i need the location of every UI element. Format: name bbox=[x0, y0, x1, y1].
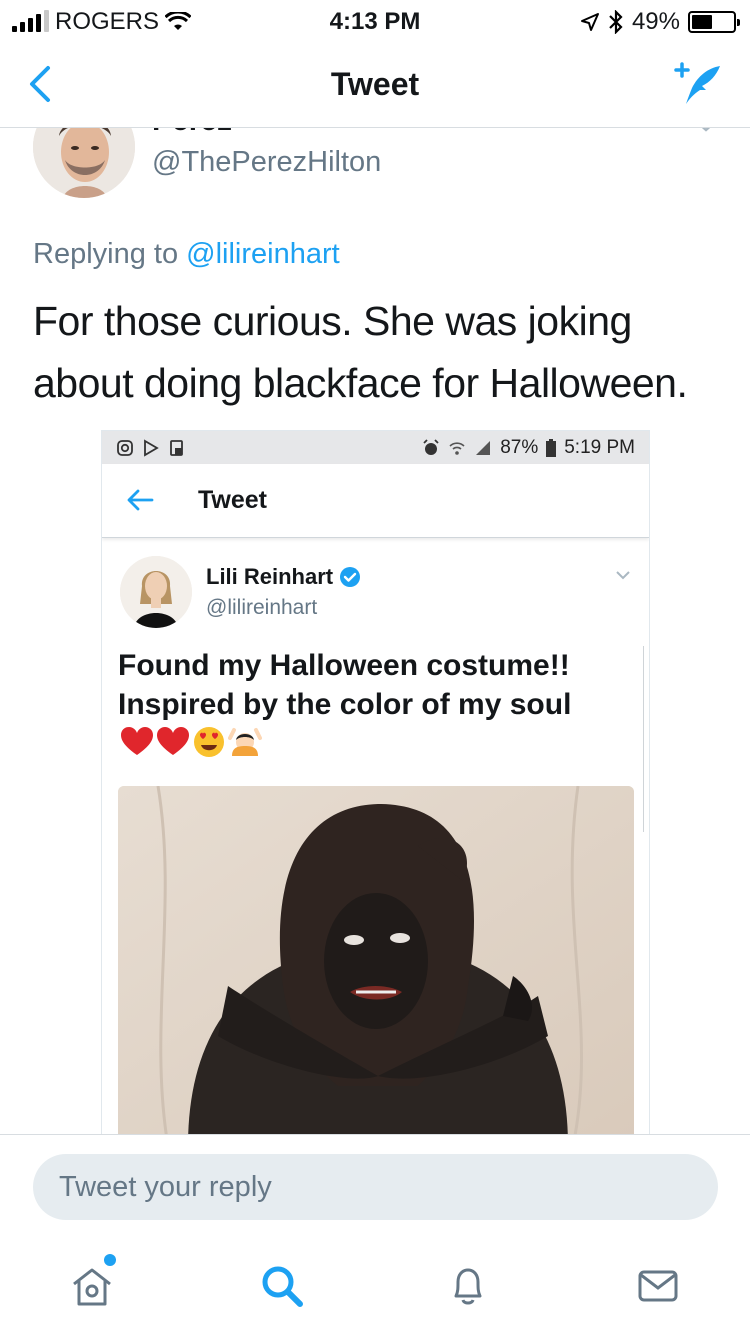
home-icon[interactable] bbox=[68, 1262, 116, 1310]
nav-bar: Tweet bbox=[0, 40, 750, 128]
embedded-scroll-indicator bbox=[643, 646, 649, 832]
screenshot-icon bbox=[170, 439, 183, 456]
messages-icon[interactable] bbox=[634, 1262, 682, 1310]
embedded-time: 5:19 PM bbox=[564, 436, 635, 458]
tweet-text: For those curious. She was joking about … bbox=[33, 298, 688, 406]
embedded-tweet-photo bbox=[118, 786, 634, 1135]
avatar-image bbox=[120, 556, 192, 628]
tab-bar bbox=[0, 1240, 750, 1334]
embedded-status-left bbox=[116, 438, 186, 457]
costume-photo bbox=[118, 786, 634, 1135]
embedded-tweet: Lili Reinhart @lilireinhart Found my Hal… bbox=[102, 538, 649, 1135]
replying-prefix: Replying to bbox=[33, 238, 187, 270]
verified-badge-icon bbox=[340, 567, 361, 587]
notifications-icon[interactable] bbox=[444, 1262, 492, 1310]
heart-eyes-face-icon bbox=[194, 727, 224, 757]
embedded-screenshot[interactable]: 87% 5:19 PM Tweet Lili Reinhart @lilirei… bbox=[101, 430, 650, 1136]
embedded-tweet-text: Found my Halloween costume!! Inspired by… bbox=[118, 649, 572, 721]
embedded-nav-bar: Tweet bbox=[102, 464, 649, 538]
status-bar: ROGERS 4:13 PM 49% bbox=[0, 0, 750, 40]
cell-signal-icon bbox=[476, 440, 491, 455]
author-handle[interactable]: @ThePerezHilton bbox=[152, 146, 381, 179]
embedded-status-bar: 87% 5:19 PM bbox=[102, 431, 649, 464]
embedded-nav-title: Tweet bbox=[198, 486, 267, 514]
back-arrow-icon bbox=[127, 489, 154, 511]
battery-percent: 49% bbox=[631, 8, 680, 35]
person-raising-hands-icon bbox=[228, 728, 262, 756]
status-right: 49% bbox=[580, 8, 740, 36]
home-unread-dot bbox=[104, 1254, 116, 1266]
replying-to-line: Replying to @lilireinhart bbox=[33, 238, 340, 271]
search-icon[interactable] bbox=[258, 1262, 306, 1310]
chevron-down-icon bbox=[616, 571, 630, 580]
compose-tweet-icon[interactable] bbox=[674, 60, 726, 108]
instagram-icon bbox=[117, 439, 133, 456]
reply-area: Tweet your reply bbox=[0, 1134, 750, 1240]
embedded-status-right: 87% 5:19 PM bbox=[422, 437, 635, 459]
wifi-icon bbox=[449, 441, 465, 455]
nav-title: Tweet bbox=[330, 66, 420, 102]
bluetooth-icon bbox=[609, 10, 623, 34]
replying-to-mention[interactable]: @lilireinhart bbox=[186, 238, 340, 270]
embedded-author-name-row: Lili Reinhart bbox=[206, 564, 361, 590]
reply-input[interactable]: Tweet your reply bbox=[33, 1154, 718, 1220]
battery-icon bbox=[688, 11, 740, 33]
red-heart-icon bbox=[121, 727, 153, 755]
embedded-author-name: Lili Reinhart bbox=[206, 564, 334, 589]
red-heart-icon bbox=[157, 727, 189, 755]
play-store-icon bbox=[144, 438, 159, 457]
embedded-author-handle: @lilireinhart bbox=[206, 596, 318, 619]
battery-icon bbox=[546, 438, 557, 457]
embedded-author-avatar bbox=[120, 556, 192, 628]
embedded-battery-percent: 87% bbox=[500, 436, 539, 458]
alarm-icon bbox=[423, 438, 439, 455]
location-icon bbox=[580, 13, 599, 31]
reply-placeholder: Tweet your reply bbox=[59, 1170, 272, 1203]
emoji-row bbox=[120, 726, 262, 758]
